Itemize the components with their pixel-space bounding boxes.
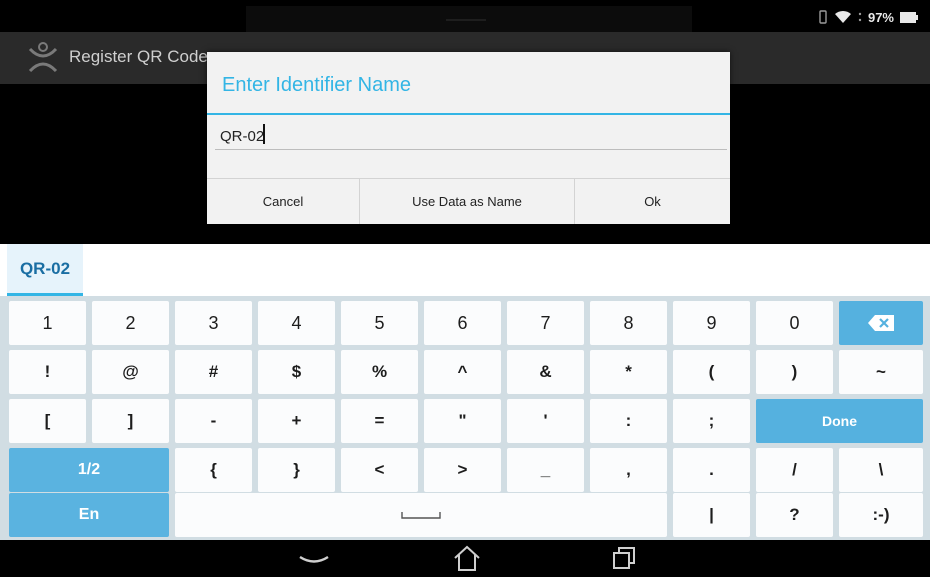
identifier-name-input[interactable] — [215, 124, 727, 150]
key-8[interactable]: 8 — [590, 301, 667, 345]
key-close-brace[interactable]: } — [258, 448, 335, 492]
back-icon[interactable] — [296, 553, 332, 572]
status-bar-ghost — [246, 6, 692, 32]
language-key[interactable]: En — [9, 493, 169, 537]
key-period[interactable]: . — [673, 448, 750, 492]
identifier-dialog: Enter Identifier Name Cancel Use Data as… — [207, 52, 730, 224]
key-semicolon[interactable]: ; — [673, 399, 750, 443]
key-open-bracket[interactable]: [ — [9, 399, 86, 443]
key-question[interactable]: ? — [756, 493, 833, 537]
key-single-quote[interactable]: ' — [507, 399, 584, 443]
key-4[interactable]: 4 — [258, 301, 335, 345]
key-comma[interactable]: , — [590, 448, 667, 492]
signal-icon — [858, 10, 862, 24]
key-asterisk[interactable]: * — [590, 350, 667, 394]
key-backslash[interactable]: \ — [839, 448, 923, 492]
key-minus[interactable]: - — [175, 399, 252, 443]
keyboard-row-symbols-1: ! @ # $ % ^ & * ( ) ~ — [0, 350, 930, 394]
key-dollar[interactable]: $ — [258, 350, 335, 394]
page-toggle-key[interactable]: 1/2 — [9, 448, 169, 492]
key-6[interactable]: 6 — [424, 301, 501, 345]
dialog-title: Enter Identifier Name — [222, 74, 411, 96]
keyboard-row-bottom: En | ? :-) — [0, 493, 930, 537]
key-smiley[interactable]: :-) — [839, 493, 923, 537]
key-plus[interactable]: + — [258, 399, 335, 443]
navigation-bar — [0, 540, 930, 577]
key-pipe[interactable]: | — [673, 493, 750, 537]
key-exclamation[interactable]: ! — [9, 350, 86, 394]
key-colon[interactable]: : — [590, 399, 667, 443]
done-key[interactable]: Done — [756, 399, 923, 443]
vibrate-icon — [818, 10, 828, 24]
key-tilde[interactable]: ~ — [839, 350, 923, 394]
dialog-title-divider — [207, 113, 730, 115]
key-equals[interactable]: = — [341, 399, 418, 443]
suggestion-chip[interactable]: QR-02 — [7, 244, 83, 296]
backspace-key[interactable] — [839, 301, 923, 345]
recents-icon[interactable] — [612, 546, 636, 575]
key-caret[interactable]: ^ — [424, 350, 501, 394]
ok-button[interactable]: Ok — [575, 179, 730, 224]
app-title: Register QR Code — [69, 47, 208, 66]
key-less-than[interactable]: < — [341, 448, 418, 492]
key-open-paren[interactable]: ( — [673, 350, 750, 394]
status-icons: 97% — [818, 6, 918, 28]
key-5[interactable]: 5 — [341, 301, 418, 345]
key-1[interactable]: 1 — [9, 301, 86, 345]
key-greater-than[interactable]: > — [424, 448, 501, 492]
text-cursor — [263, 124, 265, 144]
suggestion-strip: QR-02 — [0, 244, 930, 296]
key-ampersand[interactable]: & — [507, 350, 584, 394]
key-2[interactable]: 2 — [92, 301, 169, 345]
use-data-as-name-button[interactable]: Use Data as Name — [360, 179, 575, 224]
key-slash[interactable]: / — [756, 448, 833, 492]
key-hash[interactable]: # — [175, 350, 252, 394]
keyboard: 1 2 3 4 5 6 7 8 9 0 ! @ # $ % ^ & * ( ) … — [0, 296, 930, 540]
keyboard-row-symbols-2: [ ] - + = " ' : ; Done — [0, 399, 930, 443]
backspace-icon — [868, 315, 894, 331]
cancel-button[interactable]: Cancel — [207, 179, 360, 224]
keyboard-row-symbols-3: 1/2 { } < > _ , . / \ — [0, 448, 930, 492]
battery-icon — [900, 11, 918, 23]
space-key[interactable] — [175, 493, 667, 537]
key-0[interactable]: 0 — [756, 301, 833, 345]
app-logo-icon[interactable] — [26, 41, 60, 75]
status-bar: 97% — [0, 0, 930, 32]
battery-percent: 97% — [867, 9, 894, 25]
keyboard-row-numbers: 1 2 3 4 5 6 7 8 9 0 — [0, 301, 930, 345]
dialog-button-bar: Cancel Use Data as Name Ok — [207, 178, 730, 224]
wifi-icon — [834, 10, 852, 24]
key-close-paren[interactable]: ) — [756, 350, 833, 394]
key-underscore[interactable]: _ — [507, 448, 584, 492]
key-9[interactable]: 9 — [673, 301, 750, 345]
key-at[interactable]: @ — [92, 350, 169, 394]
key-double-quote[interactable]: " — [424, 399, 501, 443]
home-icon[interactable] — [452, 544, 482, 577]
space-icon — [401, 510, 441, 520]
key-open-brace[interactable]: { — [175, 448, 252, 492]
key-3[interactable]: 3 — [175, 301, 252, 345]
key-close-bracket[interactable]: ] — [92, 399, 169, 443]
key-7[interactable]: 7 — [507, 301, 584, 345]
key-percent[interactable]: % — [341, 350, 418, 394]
